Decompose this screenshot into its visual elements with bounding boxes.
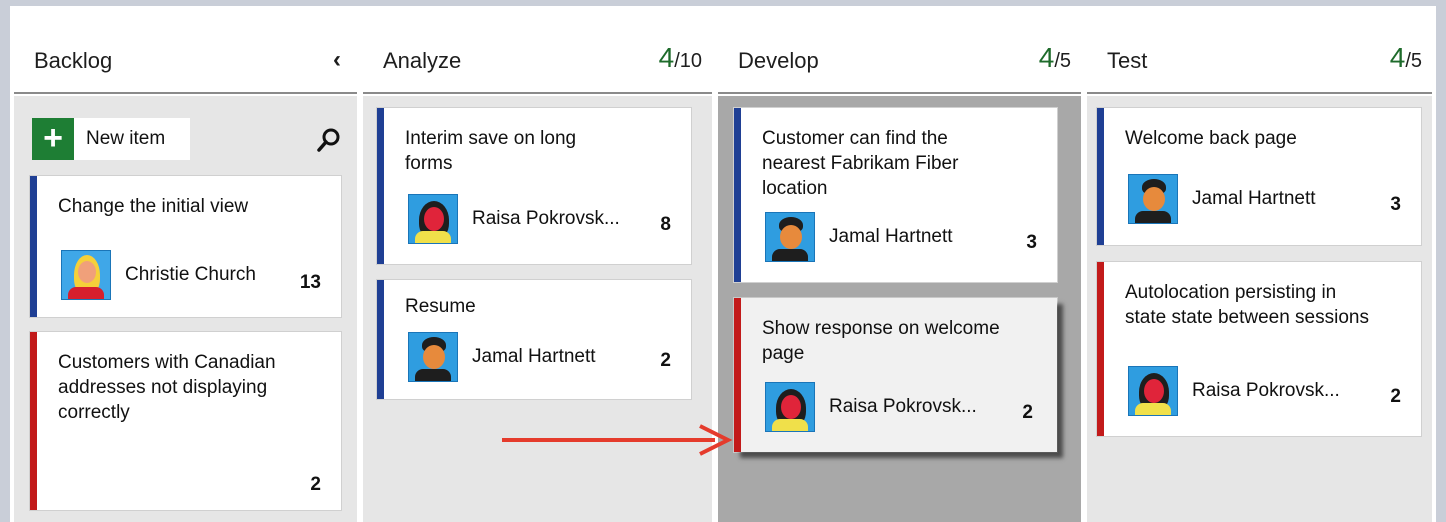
card-effort: 2 [1022,402,1033,423]
search-icon[interactable] [315,126,343,154]
assignee-name: Raisa Pokrovsk... [1192,380,1340,401]
wip-limit: 4/10 [659,42,702,74]
work-item-card[interactable]: Resume Jamal Hartnett 2 [377,280,691,399]
column-header: Develop 4/5 [718,34,1081,94]
column-header: Backlog ‹ [14,34,357,94]
card-title: Resume [405,296,476,317]
column-backlog: Backlog ‹ + New item Change the initial … [14,34,357,522]
avatar [1128,174,1178,224]
wip-max: /5 [1405,50,1422,72]
wip-limit: 4/5 [1390,42,1422,74]
avatar [408,194,458,244]
column-body: Welcome back page Jamal Hartnett 3 Autol… [1087,96,1432,522]
work-item-card[interactable]: Customer can find the nearest Fabrikam F… [734,108,1057,282]
assignee-name: Raisa Pokrovsk... [829,396,977,417]
card-title: Change the initial view [58,196,249,217]
column-test: Test 4/5 Welcome back page Jamal Hartnet… [1087,34,1432,522]
card-assignee: Jamal Hartnett [408,332,596,382]
work-item-card[interactable]: Autolocation persisting in state state b… [1097,262,1421,436]
column-develop: Develop 4/5 Customer can find the neares… [718,34,1081,522]
drag-arrow-icon [502,424,733,456]
chevron-left-icon[interactable]: ‹ [333,46,341,74]
card-title: Autolocation persisting in state state b… [1125,282,1369,328]
wip-max: /5 [1054,50,1071,72]
card-effort: 2 [310,474,321,495]
avatar [765,382,815,432]
card-effort: 3 [1026,232,1037,253]
column-header: Test 4/5 [1087,34,1432,94]
card-effort: 2 [1390,386,1401,407]
card-effort: 13 [299,272,321,293]
card-assignee: Raisa Pokrovsk... [408,194,620,244]
card-effort: 2 [660,350,671,371]
card-assignee: Raisa Pokrovsk... [765,382,977,432]
work-item-card[interactable]: Interim save on long forms Raisa Pokrovs… [377,108,691,264]
wip-count: 4 [1389,42,1406,73]
wip-count: 4 [1038,42,1055,73]
column-title: Develop [738,48,819,73]
avatar [765,212,815,262]
column-title: Test [1107,48,1148,73]
column-title: Analyze [383,48,462,73]
assignee-name: Jamal Hartnett [1192,188,1316,209]
assignee-name: Christie Church [125,264,256,285]
wip-max: /10 [674,50,702,72]
plus-icon: + [32,118,74,160]
card-assignee: Jamal Hartnett [1128,174,1316,224]
assignee-name: Jamal Hartnett [829,226,953,247]
work-item-card[interactable]: Customers with Canadian addresses not di… [30,332,341,510]
kanban-board: Backlog ‹ + New item Change the initial … [10,6,1436,522]
avatar [1128,366,1178,416]
card-effort: 3 [1390,194,1401,215]
column-header: Analyze 4/10 [363,34,712,94]
card-title: Show response on welcome page [762,318,1000,364]
card-assignee: Jamal Hartnett [765,212,953,262]
card-title: Customer can find the nearest Fabrikam F… [762,128,959,199]
card-title: Customers with Canadian addresses not di… [58,352,276,423]
wip-limit: 4/5 [1039,42,1071,74]
column-title: Backlog [34,48,113,73]
column-body: Customer can find the nearest Fabrikam F… [718,96,1081,522]
card-title: Interim save on long forms [405,128,577,174]
card-assignee: Christie Church [61,250,256,300]
new-item-label: New item [86,128,166,149]
new-item-button[interactable]: + New item [32,118,190,160]
avatar [61,250,111,300]
wip-count: 4 [658,42,675,73]
work-item-card[interactable]: Welcome back page Jamal Hartnett 3 [1097,108,1421,245]
column-body: + New item Change the initial view Chris… [14,96,357,522]
card-assignee: Raisa Pokrovsk... [1128,366,1340,416]
work-item-card[interactable]: Change the initial view Christie Church … [30,176,341,317]
card-title: Welcome back page [1125,128,1297,149]
assignee-name: Raisa Pokrovsk... [472,208,620,229]
avatar [408,332,458,382]
assignee-name: Jamal Hartnett [472,346,596,367]
card-effort: 8 [660,214,671,235]
work-item-card-dragged[interactable]: Show response on welcome page Raisa Pokr… [734,298,1057,452]
